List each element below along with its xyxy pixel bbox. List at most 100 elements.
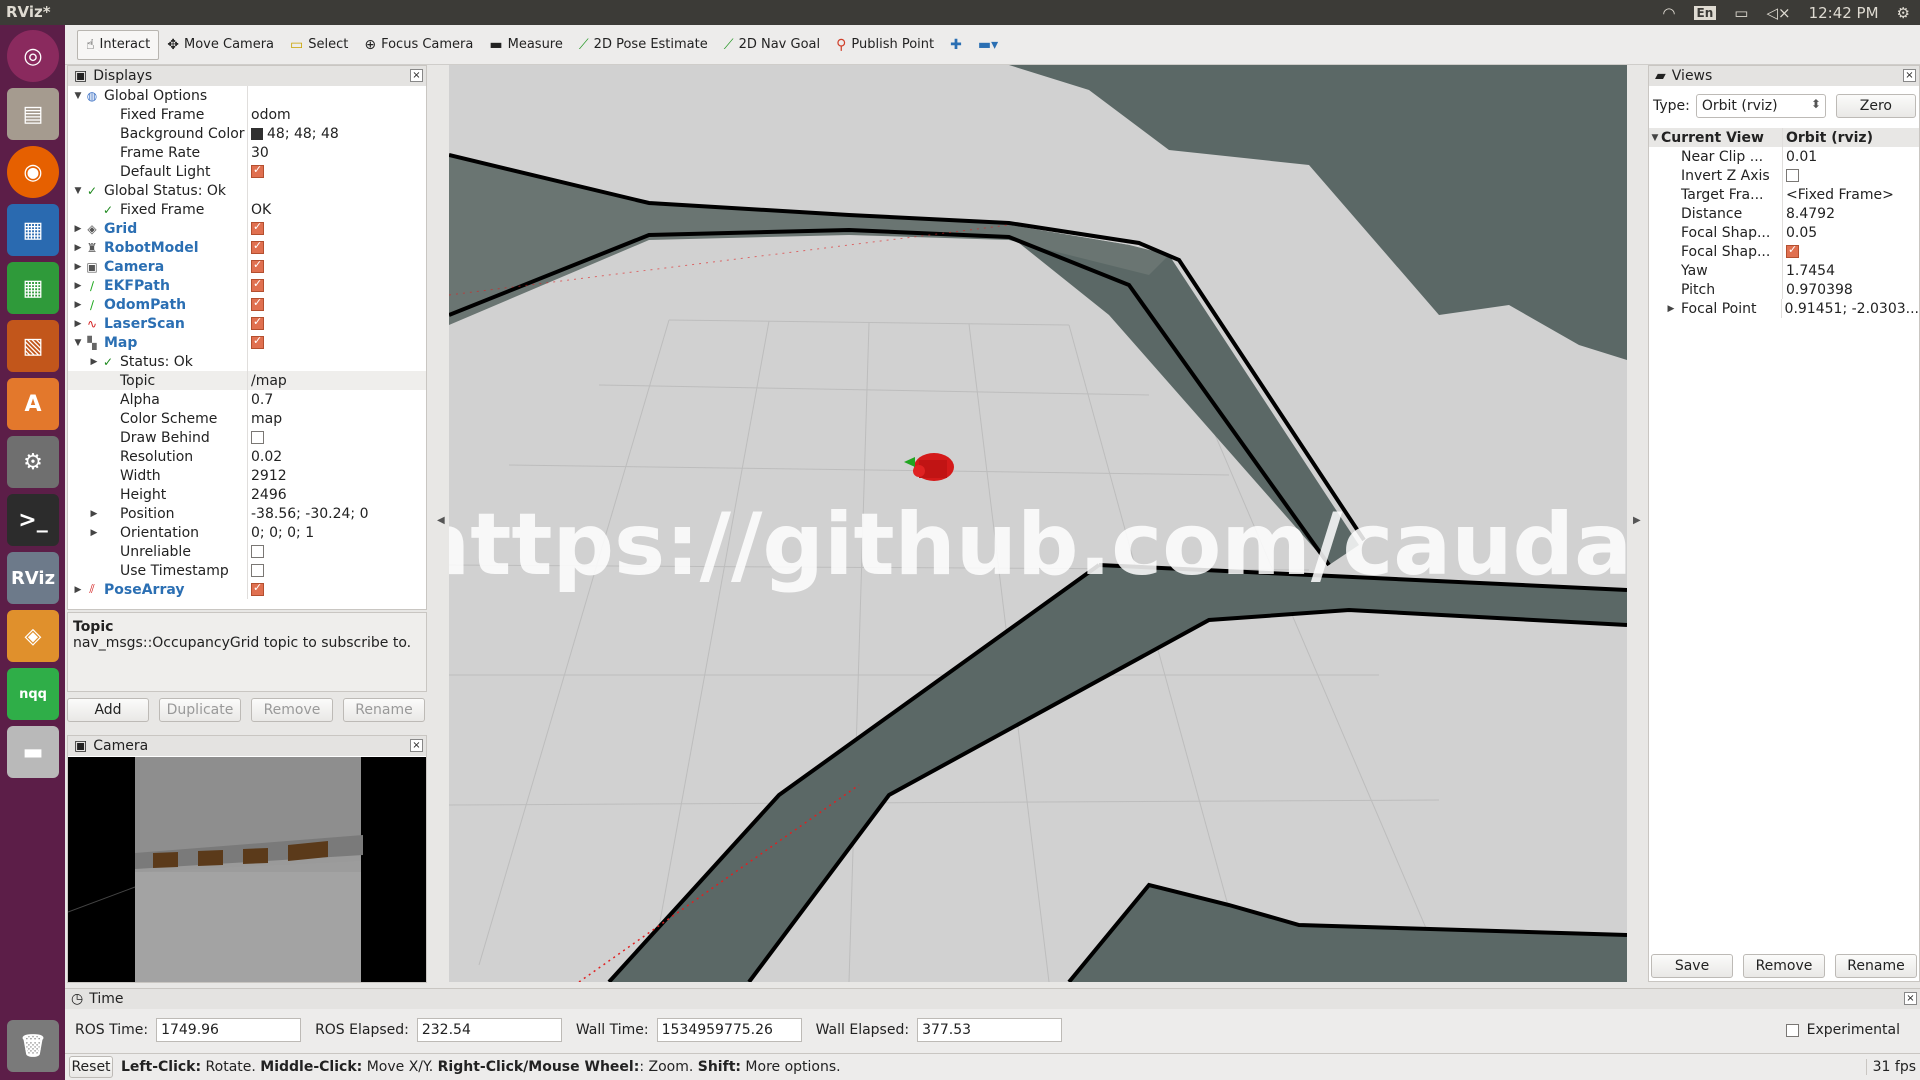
- view-property-row[interactable]: Focal Shap...: [1649, 242, 1919, 261]
- chevron-right-icon[interactable]: ▶: [72, 319, 84, 329]
- chevron-down-icon[interactable]: ▼: [72, 338, 84, 348]
- display-row[interactable]: ▶ ∕ OdomPath: [68, 295, 426, 314]
- display-row[interactable]: ▶ ∿ LaserScan: [68, 314, 426, 333]
- ubuntu-dash-icon[interactable]: ◎: [7, 30, 59, 82]
- chevron-right-icon[interactable]: ▶: [72, 281, 84, 291]
- nqq-icon[interactable]: nqq: [7, 668, 59, 720]
- chevron-right-icon[interactable]: ▶: [72, 585, 84, 595]
- display-row-value[interactable]: 30: [251, 145, 269, 161]
- files-icon[interactable]: ▤: [7, 88, 59, 140]
- save-view-button[interactable]: Save: [1651, 954, 1733, 978]
- reset-button[interactable]: Reset: [69, 1056, 113, 1078]
- display-row[interactable]: ▶ ✓ Status: Ok: [68, 352, 426, 371]
- rename-button[interactable]: Rename: [343, 698, 425, 722]
- ros-elapsed-field[interactable]: 232.54: [416, 1018, 562, 1042]
- display-row[interactable]: Height 2496: [68, 485, 426, 504]
- enable-checkbox[interactable]: [251, 564, 264, 577]
- view-property-row[interactable]: Pitch 0.970398: [1649, 280, 1919, 299]
- display-row-value[interactable]: /map: [251, 373, 287, 389]
- view-property-value[interactable]: <Fixed Frame>: [1786, 187, 1894, 203]
- terminal-icon[interactable]: >_: [7, 494, 59, 546]
- display-row[interactable]: Frame Rate 30: [68, 143, 426, 162]
- display-row-value[interactable]: 0.7: [251, 392, 273, 408]
- display-row-value[interactable]: 2912: [251, 468, 287, 484]
- display-row[interactable]: Color Scheme map: [68, 409, 426, 428]
- display-row[interactable]: Draw Behind: [68, 428, 426, 447]
- right-splitter-arrow[interactable]: ▶: [1633, 515, 1641, 526]
- display-row-value[interactable]: odom: [251, 107, 291, 123]
- enable-checkbox[interactable]: [251, 334, 264, 349]
- enable-checkbox[interactable]: [251, 277, 264, 292]
- enable-checkbox[interactable]: [251, 296, 264, 311]
- rviz-icon[interactable]: RViz: [7, 552, 59, 604]
- display-row[interactable]: ▶ ▣ Camera: [68, 257, 426, 276]
- ros-time-field[interactable]: 1749.96: [156, 1018, 302, 1042]
- chevron-right-icon[interactable]: ▶: [88, 528, 100, 538]
- tool-select[interactable]: ▭ Select: [282, 30, 356, 60]
- firefox-icon[interactable]: ◉: [7, 146, 59, 198]
- close-icon[interactable]: ×: [410, 69, 423, 82]
- display-row[interactable]: Default Light: [68, 162, 426, 181]
- enable-checkbox[interactable]: [251, 258, 264, 273]
- display-row[interactable]: ▼ ◍ Global Options: [68, 86, 426, 105]
- current-view-row[interactable]: ▼ Current View Orbit (rviz): [1649, 128, 1919, 147]
- tool-focus-camera[interactable]: ⊕ Focus Camera: [356, 30, 481, 60]
- chevron-down-icon[interactable]: ▼: [72, 186, 84, 196]
- enable-checkbox[interactable]: [251, 239, 264, 254]
- tool-measure[interactable]: ▬ Measure: [481, 30, 570, 60]
- wall-time-field[interactable]: 1534959775.26: [656, 1018, 802, 1042]
- display-row[interactable]: ▶ ⫽ PoseArray: [68, 580, 426, 599]
- enable-checkbox[interactable]: [251, 545, 264, 558]
- chevron-right-icon[interactable]: ▶: [72, 300, 84, 310]
- writer-icon[interactable]: ▦: [7, 204, 59, 256]
- duplicate-button[interactable]: Duplicate: [159, 698, 241, 722]
- tool-2d-pose-estimate[interactable]: ⟋ 2D Pose Estimate: [571, 30, 716, 60]
- left-splitter-arrow[interactable]: ◀: [437, 515, 445, 526]
- add-tool-button[interactable]: ✚: [942, 30, 970, 60]
- color-swatch[interactable]: [251, 127, 263, 140]
- chevron-right-icon[interactable]: ▶: [1665, 304, 1677, 314]
- display-row[interactable]: ✓ Fixed Frame OK: [68, 200, 426, 219]
- enable-checkbox[interactable]: [251, 431, 264, 444]
- chevron-right-icon[interactable]: ▶: [72, 243, 84, 253]
- tool-interact[interactable]: ☝ Interact: [77, 29, 160, 60]
- wifi-icon[interactable]: ◠: [1662, 4, 1675, 22]
- view-type-select[interactable]: Orbit (rviz): [1695, 94, 1826, 118]
- display-row[interactable]: Resolution 0.02: [68, 447, 426, 466]
- display-row[interactable]: Fixed Frame odom: [68, 105, 426, 124]
- trash-icon[interactable]: 🗑: [7, 1020, 59, 1072]
- tool-2d-nav-goal[interactable]: ⟋ 2D Nav Goal: [716, 30, 828, 60]
- display-row[interactable]: Background Color 48; 48; 48: [68, 124, 426, 143]
- display-row[interactable]: Use Timestamp: [68, 561, 426, 580]
- chevron-right-icon[interactable]: ▶: [88, 357, 100, 367]
- remove-button[interactable]: Remove: [251, 698, 333, 722]
- display-row-value[interactable]: 2496: [251, 487, 287, 503]
- battery-icon[interactable]: ▭: [1734, 4, 1748, 22]
- view-property-value[interactable]: 8.4792: [1786, 206, 1835, 222]
- enable-checkbox[interactable]: [251, 581, 264, 596]
- gear-icon[interactable]: ⚙: [1897, 4, 1910, 22]
- remove-tool-button[interactable]: ▬▾: [970, 30, 1006, 60]
- view-property-row[interactable]: Near Clip ... 0.01: [1649, 147, 1919, 166]
- view-property-value[interactable]: 0.01: [1786, 149, 1817, 165]
- display-row-value[interactable]: -38.56; -30.24; 0: [251, 506, 369, 522]
- display-row[interactable]: ▶ ◈ Grid: [68, 219, 426, 238]
- keyboard-layout-indicator[interactable]: En: [1693, 5, 1717, 20]
- enable-checkbox[interactable]: [251, 315, 264, 330]
- view-property-value[interactable]: 0.05: [1786, 225, 1817, 241]
- display-row[interactable]: ▶ ♜ RobotModel: [68, 238, 426, 257]
- view-property-row[interactable]: Distance 8.4792: [1649, 204, 1919, 223]
- view-property-row[interactable]: ▶ Focal Point 0.91451; -2.0303...: [1649, 299, 1919, 318]
- view-property-row[interactable]: Target Fra... <Fixed Frame>: [1649, 185, 1919, 204]
- chevron-right-icon[interactable]: ▶: [72, 262, 84, 272]
- enable-checkbox[interactable]: [251, 163, 264, 178]
- view-property-value[interactable]: 1.7454: [1786, 263, 1835, 279]
- remove-view-button[interactable]: Remove: [1743, 954, 1825, 978]
- tool-publish-point[interactable]: ⚲ Publish Point: [828, 30, 942, 60]
- settings-icon[interactable]: ⚙: [7, 436, 59, 488]
- enable-checkbox[interactable]: [251, 220, 264, 235]
- view-property-checkbox[interactable]: [1786, 169, 1799, 182]
- display-row[interactable]: ▼ ✓ Global Status: Ok: [68, 181, 426, 200]
- view-property-value[interactable]: 0.970398: [1786, 282, 1853, 298]
- view-property-row[interactable]: Yaw 1.7454: [1649, 261, 1919, 280]
